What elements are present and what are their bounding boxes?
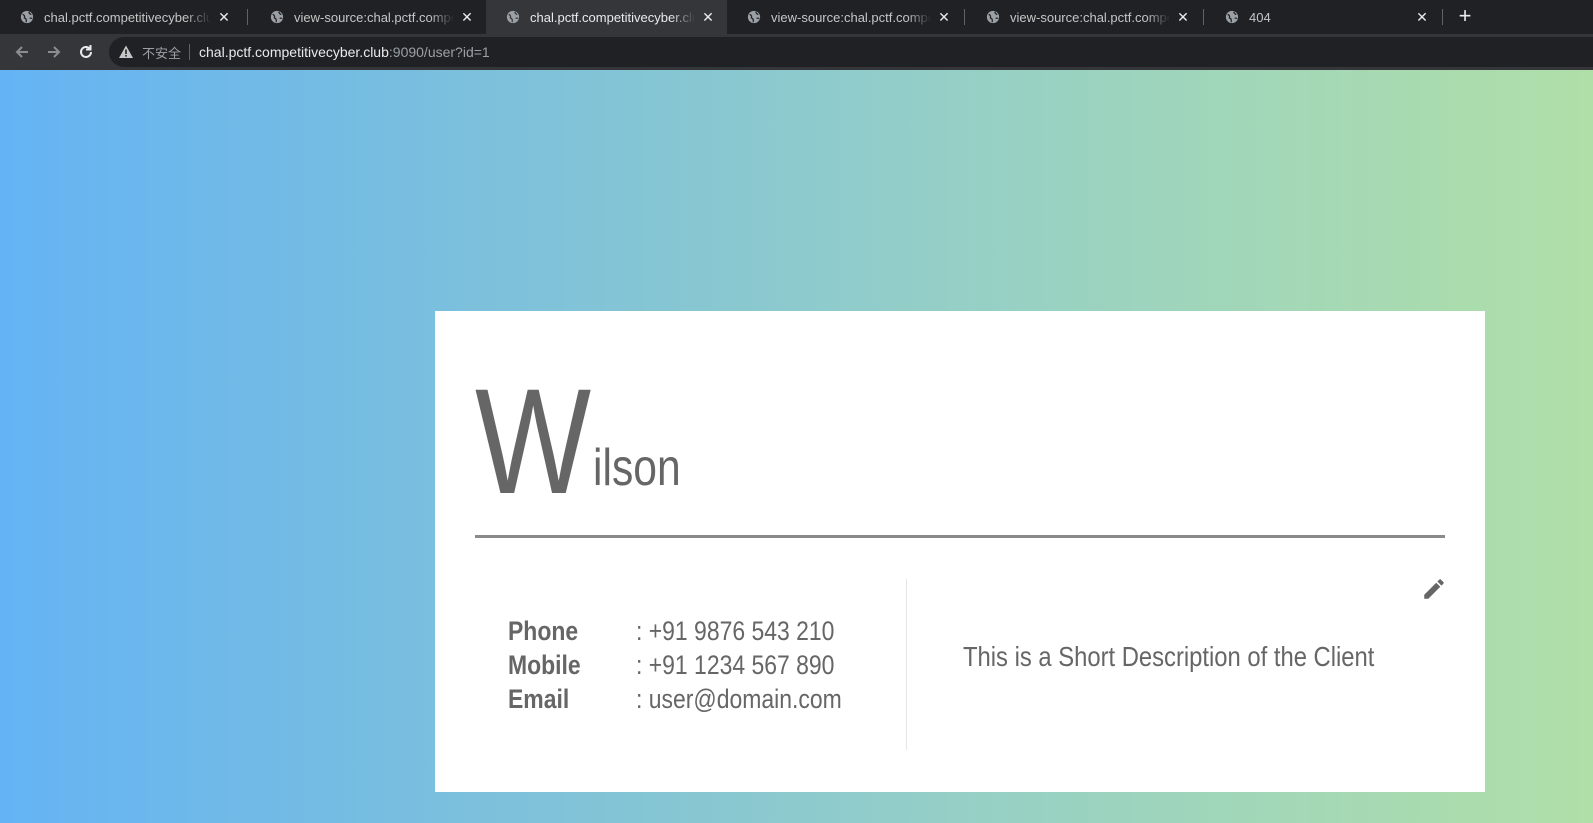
url-path: :9090/user?id=1 xyxy=(388,44,490,60)
tab-title: view-source:chal.pctf.competitivecyber.c… xyxy=(1010,9,1170,25)
forward-button[interactable] xyxy=(42,40,66,64)
tab-separator xyxy=(1442,9,1443,25)
globe-icon xyxy=(986,10,1000,24)
tab-6[interactable]: 404 ✕ xyxy=(1205,0,1441,34)
tab-strip: chal.pctf.competitivecyber.club:9090/use… xyxy=(0,0,1593,34)
tab-separator xyxy=(247,9,248,25)
contact-row-mobile: Mobile : +91 1234 567 890 xyxy=(508,648,908,682)
contact-row-phone: Phone : +91 9876 543 210 xyxy=(508,614,908,648)
client-description: This is a Short Description of the Clien… xyxy=(963,641,1375,672)
back-button[interactable] xyxy=(10,40,34,64)
contact-list: Phone : +91 9876 543 210 Mobile : +91 12… xyxy=(508,614,908,716)
url-host: chal.pctf.competitivecyber.club xyxy=(199,44,389,60)
tab-title: view-source:chal.pctf.competitivecyber.c… xyxy=(771,9,931,25)
address-bar[interactable]: 不安全 chal.pctf.competitivecyber.club:9090… xyxy=(109,37,1593,67)
close-tab-icon[interactable]: ✕ xyxy=(699,8,717,26)
browser-toolbar: 不安全 chal.pctf.competitivecyber.club:9090… xyxy=(0,34,1593,70)
contact-value: : +91 9876 543 210 xyxy=(636,615,835,646)
tab-4[interactable]: view-source:chal.pctf.competitivecyber.c… xyxy=(727,0,963,34)
tab-separator xyxy=(964,9,965,25)
page-viewport: W ilson Phone : +91 9876 543 210 Mobile … xyxy=(0,70,1593,823)
contact-row-email: Email : user@domain.com xyxy=(508,682,908,716)
tab-title: 404 xyxy=(1249,9,1271,25)
contact-label: Phone xyxy=(508,615,579,646)
tab-2[interactable]: view-source:chal.pctf.competitivecyber.c… xyxy=(250,0,486,34)
tab-separator xyxy=(1203,9,1204,25)
close-tab-icon[interactable]: ✕ xyxy=(215,8,233,26)
tab-title: chal.pctf.competitivecyber.club:9090/use… xyxy=(530,9,695,25)
column-divider xyxy=(906,579,907,750)
security-status[interactable]: 不安全 xyxy=(142,43,181,62)
globe-icon xyxy=(270,10,284,24)
close-tab-icon[interactable]: ✕ xyxy=(458,8,476,26)
tab-title: view-source:chal.pctf.competitivecyber.c… xyxy=(294,9,454,25)
contact-value: : user@domain.com xyxy=(636,683,842,714)
profile-card: W ilson Phone : +91 9876 543 210 Mobile … xyxy=(435,311,1485,792)
name-divider xyxy=(475,535,1445,538)
reload-button[interactable] xyxy=(74,40,98,64)
new-tab-button[interactable]: + xyxy=(1453,5,1477,29)
tab-3-active[interactable]: chal.pctf.competitivecyber.club:9090/use… xyxy=(486,0,727,34)
pencil-icon[interactable] xyxy=(1421,576,1447,602)
url-text[interactable]: chal.pctf.competitivecyber.club:9090/use… xyxy=(199,44,490,60)
contact-label: Mobile xyxy=(508,649,581,680)
tab-title: chal.pctf.competitivecyber.club:9090/use… xyxy=(44,9,211,25)
close-tab-icon[interactable]: ✕ xyxy=(1413,8,1431,26)
arrow-right-icon xyxy=(48,46,61,58)
client-name: W ilson xyxy=(475,357,681,525)
globe-icon xyxy=(747,10,761,24)
name-rest: ilson xyxy=(593,439,681,497)
contact-label: Email xyxy=(508,683,570,714)
close-tab-icon[interactable]: ✕ xyxy=(1174,8,1192,26)
contact-value: : +91 1234 567 890 xyxy=(636,649,835,680)
warning-icon xyxy=(119,45,133,58)
name-initial: W xyxy=(475,357,591,525)
tab-5[interactable]: view-source:chal.pctf.competitivecyber.c… xyxy=(966,0,1202,34)
globe-icon xyxy=(20,10,34,24)
globe-icon xyxy=(506,10,520,24)
reload-icon xyxy=(80,45,92,58)
address-divider xyxy=(189,44,191,60)
tab-1[interactable]: chal.pctf.competitivecyber.club:9090/use… xyxy=(0,0,243,34)
close-tab-icon[interactable]: ✕ xyxy=(935,8,953,26)
arrow-left-icon xyxy=(15,46,28,58)
globe-icon xyxy=(1225,10,1239,24)
